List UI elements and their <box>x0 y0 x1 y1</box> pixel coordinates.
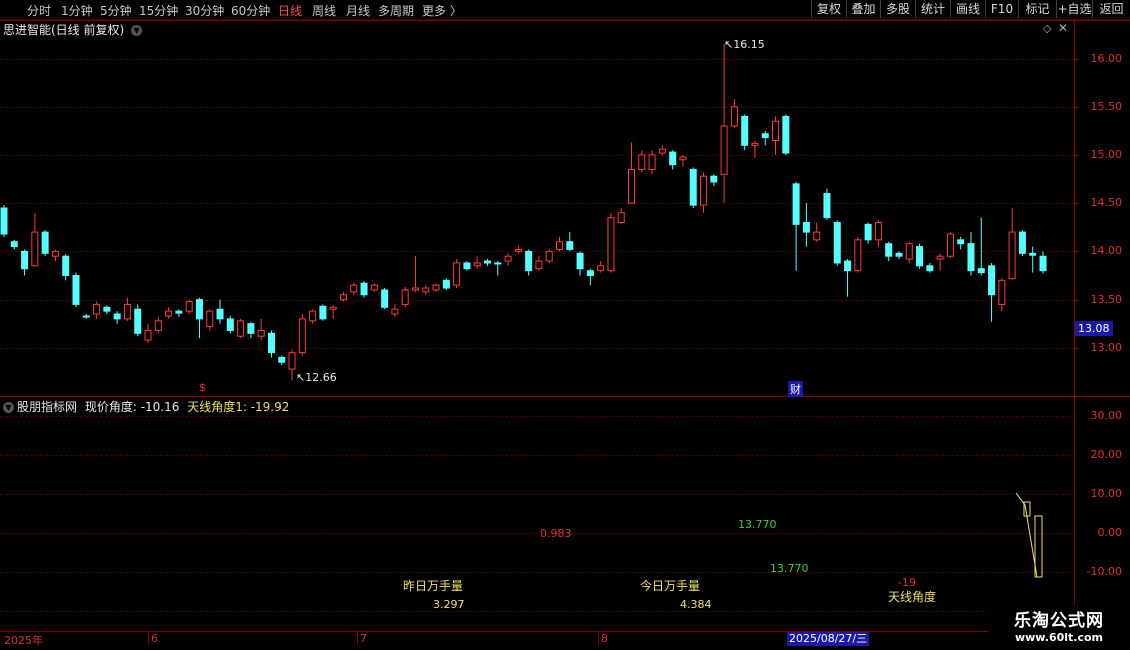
indicator-tick: 0.00 <box>1097 526 1123 540</box>
price-tick-mark <box>1074 347 1079 349</box>
date-axis-month-8: 8 <box>601 632 608 645</box>
month-tick-7 <box>357 631 358 645</box>
month-tick-6 <box>148 631 149 645</box>
price-tick-mark <box>1074 251 1079 253</box>
toolbar-button-8[interactable]: 返回 <box>1092 0 1130 18</box>
price-tick: 14.00 <box>1090 244 1123 258</box>
date-axis-month-7: 7 <box>360 632 367 645</box>
price-tick-mark <box>1074 299 1079 301</box>
watermark-url: www.60lt.com <box>1014 631 1104 644</box>
price-tick-mark <box>1074 58 1079 60</box>
indicator-tick: 10.00 <box>1090 486 1123 500</box>
date-axis-year: 2025年 <box>4 634 43 647</box>
indicator-tick: 30.00 <box>1090 408 1123 422</box>
indicator-plot <box>1015 492 1043 578</box>
price-tick: 13.00 <box>1090 340 1123 354</box>
watermark-title: 乐淘公式网 <box>1014 611 1104 631</box>
month-tick-8 <box>598 631 599 645</box>
price-tick: 15.50 <box>1090 99 1123 113</box>
price-tick-mark <box>1074 154 1079 156</box>
indicator-tick: 20.00 <box>1090 447 1123 461</box>
price-tick: 16.00 <box>1090 51 1123 65</box>
date-axis-month-6: 6 <box>151 632 158 645</box>
selected-date-box: 2025/08/27/三 <box>787 632 870 646</box>
price-tick-mark <box>1074 203 1079 205</box>
current-price-box: 13.08 <box>1075 321 1113 336</box>
indicator-tick: -10.00 <box>1086 565 1122 579</box>
watermark: 乐淘公式网 www.60lt.com <box>988 606 1130 650</box>
price-tick-mark <box>1074 106 1079 108</box>
indicator-bar-2 <box>1034 515 1043 578</box>
indicator-line <box>1015 492 1038 578</box>
price-tick: 13.50 <box>1090 292 1123 306</box>
price-tick: 14.50 <box>1090 196 1123 210</box>
price-tick: 15.00 <box>1090 147 1123 161</box>
